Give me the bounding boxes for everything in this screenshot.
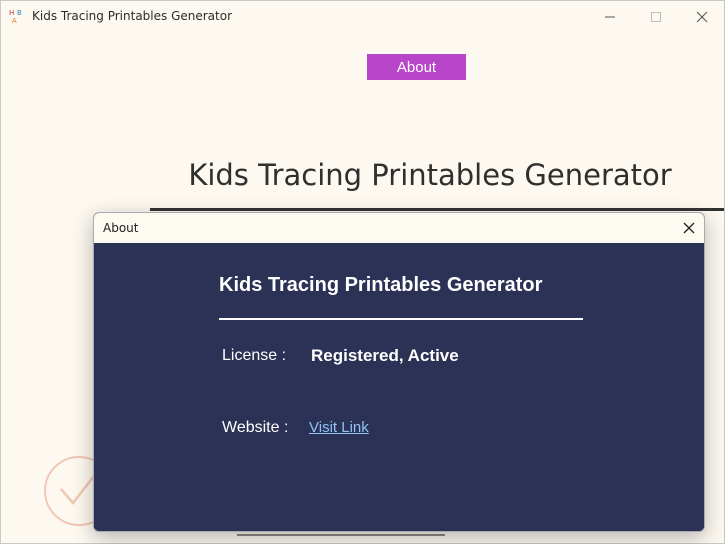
dialog-divider xyxy=(219,318,583,320)
license-value: Registered, Active xyxy=(311,346,459,365)
page-title: Kids Tracing Printables Generator xyxy=(188,158,672,192)
abc-letters-icon: H B A xyxy=(9,8,25,25)
about-button[interactable]: About xyxy=(367,54,466,80)
visit-link[interactable]: Visit Link xyxy=(309,419,369,436)
website-label: Website : xyxy=(222,419,289,436)
minimize-icon xyxy=(605,16,615,17)
title-bar[interactable]: H B A Kids Tracing Printables Generator xyxy=(1,1,724,32)
close-icon xyxy=(683,222,695,234)
window-title: Kids Tracing Printables Generator xyxy=(32,9,233,23)
maximize-button[interactable] xyxy=(633,1,679,32)
dialog-title-bar[interactable]: About xyxy=(94,213,704,243)
close-button[interactable] xyxy=(679,1,724,32)
dialog-body: Kids Tracing Printables Generator Licens… xyxy=(94,243,704,531)
license-label: License : xyxy=(222,347,287,364)
dialog-title: About xyxy=(103,221,139,235)
about-dialog: About Kids Tracing Printables Generator … xyxy=(93,212,705,532)
minimize-button[interactable] xyxy=(587,1,633,32)
heading-divider xyxy=(150,208,724,211)
dialog-heading: Kids Tracing Printables Generator xyxy=(219,274,543,296)
svg-text:H: H xyxy=(9,9,14,17)
svg-text:B: B xyxy=(17,9,22,17)
svg-text:A: A xyxy=(12,17,17,24)
scroll-indicator xyxy=(237,534,445,536)
maximize-icon xyxy=(651,11,661,22)
close-icon xyxy=(696,11,708,22)
dialog-close-button[interactable] xyxy=(674,213,704,243)
